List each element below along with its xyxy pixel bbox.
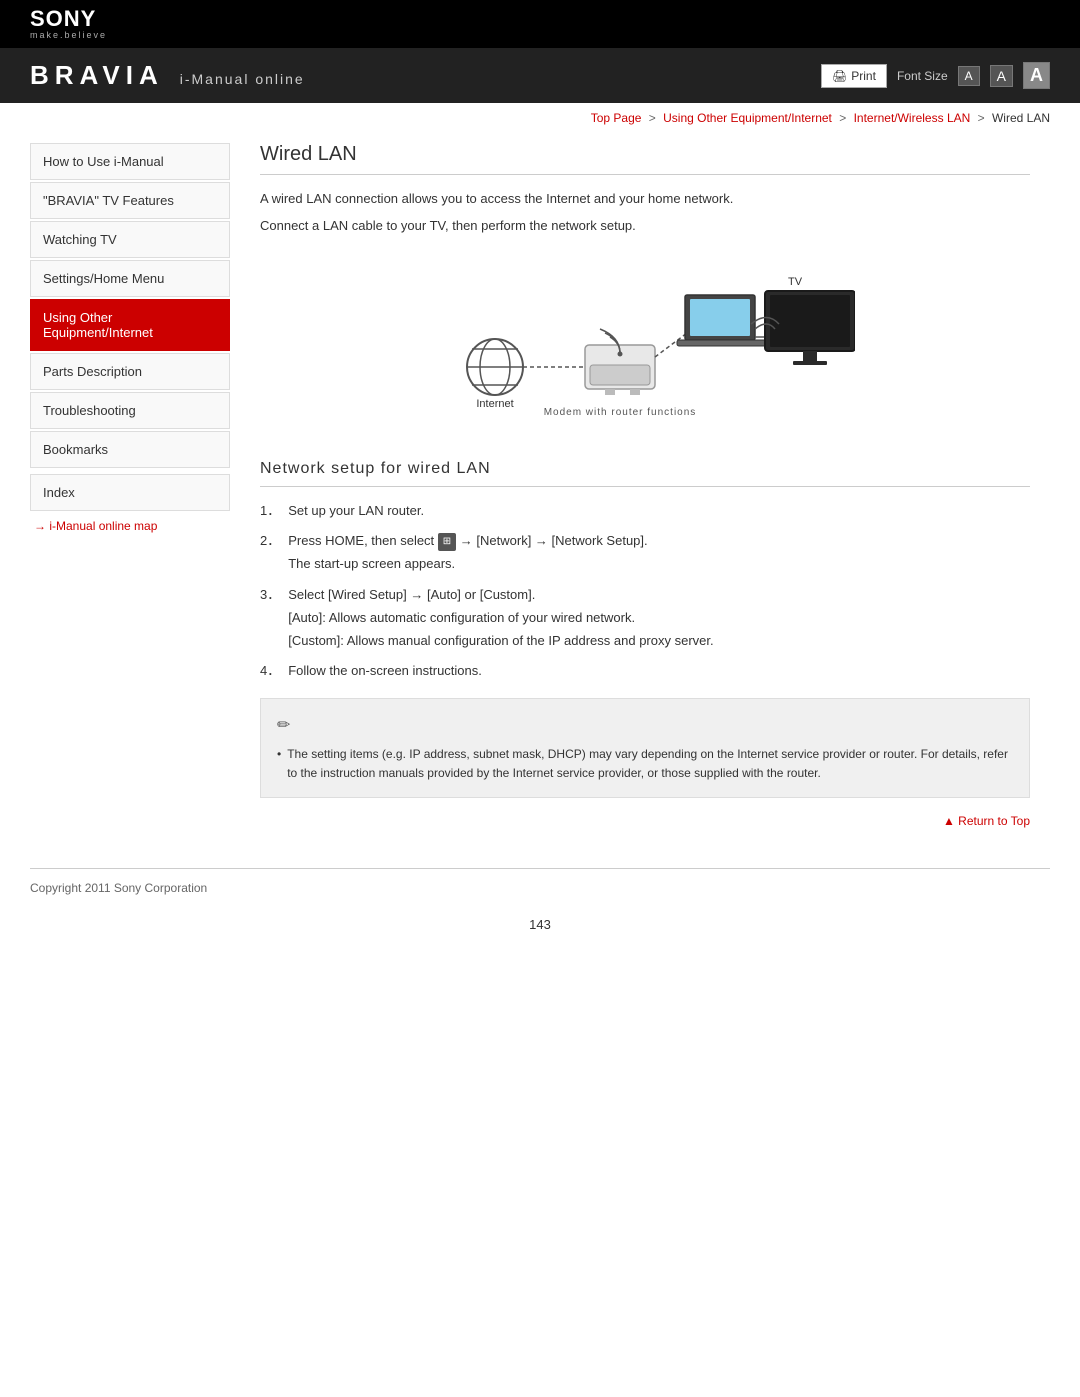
step-1-text: Set up your LAN router. [288,501,1030,522]
svg-text:Modem with router functions: Modem with router functions [544,407,697,418]
bravia-bar: BRAVIA i-Manual online 🖨 Print Font Size… [0,48,1080,103]
sidebar-item-how-to-use[interactable]: How to Use i-Manual [30,143,230,180]
intro-text-2: Connect a LAN cable to your TV, then per… [260,216,1030,237]
breadcrumb-sep1: > [649,111,659,125]
step-4-num: 4． [260,661,280,682]
font-small-button[interactable]: A [958,66,980,86]
note-box: ✏ • The setting items (e.g. IP address, … [260,698,1030,798]
breadcrumb-sep3: > [978,111,988,125]
sidebar-item-settings[interactable]: Settings/Home Menu [30,260,230,297]
copyright-text: Copyright 2011 Sony Corporation [30,881,207,895]
bravia-left: BRAVIA i-Manual online [30,60,305,91]
step-2-num: 2． [260,531,280,575]
sidebar-item-bravia-features[interactable]: "BRAVIA" TV Features [30,182,230,219]
print-label: Print [851,69,876,83]
step-2: 2． Press HOME, then select ⊞ → [Network]… [260,531,1030,575]
breadcrumb: Top Page > Using Other Equipment/Interne… [0,103,1080,133]
sidebar-item-using-other[interactable]: Using Other Equipment/Internet [30,299,230,351]
note-bullet: • The setting items (e.g. IP address, su… [277,745,1013,783]
print-icon: 🖨 [832,69,847,83]
step-2-text: Press HOME, then select ⊞ → [Network] → … [288,533,647,548]
sony-logo: SONY [30,8,107,30]
breadcrumb-top-link[interactable]: Top Page [591,111,642,125]
svg-text:TV: TV [788,276,803,288]
svg-text:Internet: Internet [476,398,513,410]
bravia-subtitle: i-Manual online [180,71,305,87]
font-large-button[interactable]: A [1023,62,1050,89]
sidebar-item-bookmarks[interactable]: Bookmarks [30,431,230,468]
step-3: 3． Select [Wired Setup] → [Auto] or [Cus… [260,585,1030,651]
sidebar-item-parts[interactable]: Parts Description [30,353,230,390]
step-1-num: 1． [260,501,280,522]
print-button[interactable]: 🖨 Print [821,64,887,88]
bravia-right: 🖨 Print Font Size A A A [821,62,1050,89]
step-3-sub2: [Custom]: Allows manual configuration of… [288,631,1030,652]
breadcrumb-step2-link[interactable]: Using Other Equipment/Internet [663,111,832,125]
page-number: 143 [0,907,1080,952]
main-layout: How to Use i-Manual "BRAVIA" TV Features… [0,133,1080,848]
step-2-content: Press HOME, then select ⊞ → [Network] → … [288,531,1030,575]
font-size-label: Font Size [897,69,948,83]
note-text: The setting items (e.g. IP address, subn… [287,745,1013,783]
page-title: Wired LAN [260,143,1030,175]
step-4: 4． Follow the on-screen instructions. [260,661,1030,682]
return-to-top-link[interactable]: ▲ Return to Top [943,814,1030,828]
step-2-sub: The start-up screen appears. [288,554,1030,575]
home-icon: ⊞ [438,533,456,551]
sidebar-map-link: → i-Manual online map [30,519,230,533]
content-area: Wired LAN A wired LAN connection allows … [230,133,1050,848]
step-4-text: Follow the on-screen instructions. [288,661,1030,682]
imanual-map-link[interactable]: → i-Manual online map [34,519,157,533]
network-diagram: Internet [260,257,1030,440]
step-3-num: 3． [260,585,280,651]
footer: Copyright 2011 Sony Corporation [0,869,1080,907]
steps-list: 1． Set up your LAN router. 2． Press HOME… [260,501,1030,683]
diagram-svg: Internet [435,257,855,437]
intro-text-1: A wired LAN connection allows you to acc… [260,189,1030,210]
step-3-sub1: [Auto]: Allows automatic configuration o… [288,608,1030,629]
step-3-text: Select [Wired Setup] → [Auto] or [Custom… [288,587,535,602]
breadcrumb-sep2: > [839,111,849,125]
breadcrumb-step3-link[interactable]: Internet/Wireless LAN [854,111,971,125]
top-bar: SONY make.believe [0,0,1080,48]
sidebar-item-watching-tv[interactable]: Watching TV [30,221,230,258]
note-bullet-dot: • [277,745,281,783]
bravia-logo: BRAVIA [30,60,164,91]
font-medium-button[interactable]: A [990,65,1013,87]
return-to-top-area: ▲ Return to Top [260,814,1030,828]
step-1: 1． Set up your LAN router. [260,501,1030,522]
breadcrumb-current: Wired LAN [992,111,1050,125]
section-title: Network setup for wired LAN [260,460,1030,487]
note-icon: ✏ [277,713,1013,739]
step-3-content: Select [Wired Setup] → [Auto] or [Custom… [288,585,1030,651]
sony-tagline: make.believe [30,30,107,40]
sidebar: How to Use i-Manual "BRAVIA" TV Features… [30,143,230,848]
sidebar-index[interactable]: Index [30,474,230,511]
sidebar-item-troubleshooting[interactable]: Troubleshooting [30,392,230,429]
